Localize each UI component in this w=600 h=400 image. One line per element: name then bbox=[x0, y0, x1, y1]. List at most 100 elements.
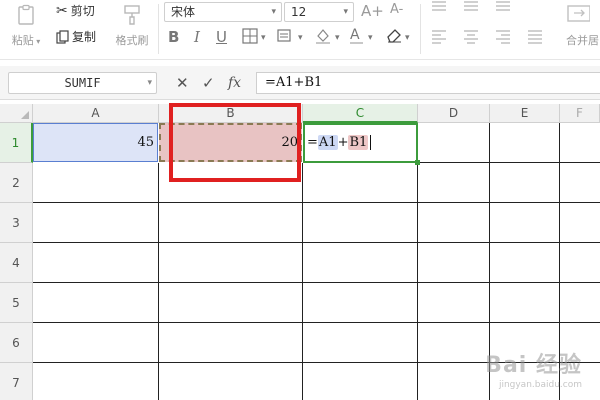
cell-c2[interactable] bbox=[303, 163, 418, 203]
column-header-label: A bbox=[91, 106, 100, 120]
chevron-down-icon[interactable]: ▾ bbox=[405, 29, 410, 47]
cell-a2[interactable] bbox=[33, 163, 159, 203]
fill-handle[interactable] bbox=[415, 160, 420, 165]
fill-style-icon[interactable] bbox=[277, 28, 295, 48]
merge-button[interactable]: 合并居 bbox=[566, 4, 600, 52]
align-middle-icon[interactable] bbox=[462, 0, 480, 18]
align-right-icon[interactable] bbox=[494, 28, 512, 48]
paste-icon bbox=[15, 4, 37, 26]
cell-a3[interactable] bbox=[33, 203, 159, 243]
name-box[interactable]: SUMIF ▾ bbox=[8, 72, 157, 94]
cell-e1[interactable] bbox=[490, 123, 560, 163]
cell-c7[interactable] bbox=[303, 363, 418, 400]
cell-c6[interactable] bbox=[303, 323, 418, 363]
cell-b6[interactable] bbox=[159, 323, 303, 363]
column-header-d[interactable]: D bbox=[418, 104, 490, 123]
cell-a7[interactable] bbox=[33, 363, 159, 400]
decrease-font-button[interactable]: A- bbox=[390, 2, 403, 17]
cell-f3[interactable] bbox=[560, 203, 600, 243]
chevron-down-icon: ▾ bbox=[271, 7, 276, 17]
formula-ref-a1: A1 bbox=[317, 135, 338, 150]
row-header-2[interactable]: 2 bbox=[0, 163, 33, 203]
font-color-icon[interactable]: A bbox=[350, 26, 363, 44]
justify-icon[interactable] bbox=[526, 28, 544, 48]
row-header-4[interactable]: 4 bbox=[0, 243, 33, 283]
chevron-down-icon[interactable]: ▾ bbox=[298, 29, 303, 47]
row-header-label: 4 bbox=[12, 256, 20, 270]
cell-d1[interactable] bbox=[418, 123, 490, 163]
watermark-logo: Bai 经验 bbox=[485, 353, 582, 378]
chevron-down-icon[interactable]: ▾ bbox=[335, 29, 340, 47]
align-center-icon[interactable] bbox=[462, 28, 480, 48]
cell-d5[interactable] bbox=[418, 283, 490, 323]
fill-color-icon[interactable] bbox=[314, 27, 332, 49]
cell-c3[interactable] bbox=[303, 203, 418, 243]
row-header-7[interactable]: 7 bbox=[0, 363, 33, 400]
formula-text: =A1+B1 bbox=[265, 75, 323, 90]
cell-f4[interactable] bbox=[560, 243, 600, 283]
paste-button[interactable]: 粘贴 ▾ bbox=[6, 4, 46, 52]
ribbon-divider bbox=[420, 4, 421, 54]
cell-f2[interactable] bbox=[560, 163, 600, 203]
row-header-label: 7 bbox=[12, 376, 20, 390]
cell-d3[interactable] bbox=[418, 203, 490, 243]
align-top-icon[interactable] bbox=[430, 0, 448, 18]
cell-d7[interactable] bbox=[418, 363, 490, 400]
cell-c1-editing[interactable]: =A1+B1 bbox=[303, 123, 418, 163]
row-header-6[interactable]: 6 bbox=[0, 323, 33, 363]
row-header-3[interactable]: 3 bbox=[0, 203, 33, 243]
font-size-value: 12 bbox=[291, 5, 307, 19]
align-bottom-icon[interactable] bbox=[494, 0, 512, 18]
format-painter-label: 格式刷 bbox=[115, 34, 149, 47]
cell-e2[interactable] bbox=[490, 163, 560, 203]
cell-b7[interactable] bbox=[159, 363, 303, 400]
cut-button[interactable]: ✂ 剪切 bbox=[56, 2, 95, 19]
cell-c4[interactable] bbox=[303, 243, 418, 283]
chevron-down-icon[interactable]: ▾ bbox=[368, 29, 373, 47]
row-header-1[interactable]: 1 bbox=[0, 123, 33, 163]
column-header-a[interactable]: A bbox=[33, 104, 159, 123]
align-left-icon[interactable] bbox=[430, 28, 448, 48]
cell-e3[interactable] bbox=[490, 203, 560, 243]
cell-d4[interactable] bbox=[418, 243, 490, 283]
cell-e4[interactable] bbox=[490, 243, 560, 283]
column-header-e[interactable]: E bbox=[490, 104, 560, 123]
formula-equals: = bbox=[307, 135, 318, 150]
font-name-select[interactable]: 宋体 ▾ bbox=[164, 2, 282, 22]
chevron-down-icon: ▾ bbox=[343, 7, 348, 17]
font-size-select[interactable]: 12 ▾ bbox=[284, 2, 354, 22]
cell-f1[interactable] bbox=[560, 123, 600, 163]
fx-icon[interactable]: fx bbox=[228, 73, 241, 93]
cell-b5[interactable] bbox=[159, 283, 303, 323]
cell-d2[interactable] bbox=[418, 163, 490, 203]
cell-e5[interactable] bbox=[490, 283, 560, 323]
cell-a1[interactable]: 45 bbox=[33, 123, 158, 162]
increase-font-button[interactable]: A+ bbox=[361, 2, 384, 20]
row-header-label: 1 bbox=[11, 136, 20, 150]
cancel-icon[interactable]: ✕ bbox=[176, 73, 189, 93]
row-header-5[interactable]: 5 bbox=[0, 283, 33, 323]
bold-icon[interactable]: B bbox=[168, 28, 179, 46]
column-header-f[interactable]: F bbox=[560, 104, 600, 123]
italic-icon[interactable]: I bbox=[194, 28, 200, 46]
chevron-down-icon[interactable]: ▾ bbox=[261, 29, 266, 47]
formula-input[interactable]: =A1+B1 bbox=[256, 72, 600, 94]
cell-b3[interactable] bbox=[159, 203, 303, 243]
cell-b4[interactable] bbox=[159, 243, 303, 283]
cell-f5[interactable] bbox=[560, 283, 600, 323]
copy-label: 复制 bbox=[72, 30, 97, 44]
cell-d6[interactable] bbox=[418, 323, 490, 363]
column-header-c[interactable]: C bbox=[303, 104, 418, 123]
confirm-icon[interactable]: ✓ bbox=[202, 73, 215, 93]
cell-a6[interactable] bbox=[33, 323, 159, 363]
border-icon[interactable] bbox=[242, 28, 258, 48]
cell-c5[interactable] bbox=[303, 283, 418, 323]
underline-icon[interactable]: U bbox=[216, 28, 227, 46]
select-all-corner[interactable] bbox=[0, 104, 33, 123]
cell-a4[interactable] bbox=[33, 243, 159, 283]
cell-a5[interactable] bbox=[33, 283, 159, 323]
eraser-icon[interactable] bbox=[385, 26, 403, 48]
format-painter-button[interactable]: 格式刷 bbox=[110, 4, 154, 52]
copy-button[interactable]: 复制 bbox=[56, 28, 96, 45]
merge-label: 合并居 bbox=[566, 34, 599, 47]
